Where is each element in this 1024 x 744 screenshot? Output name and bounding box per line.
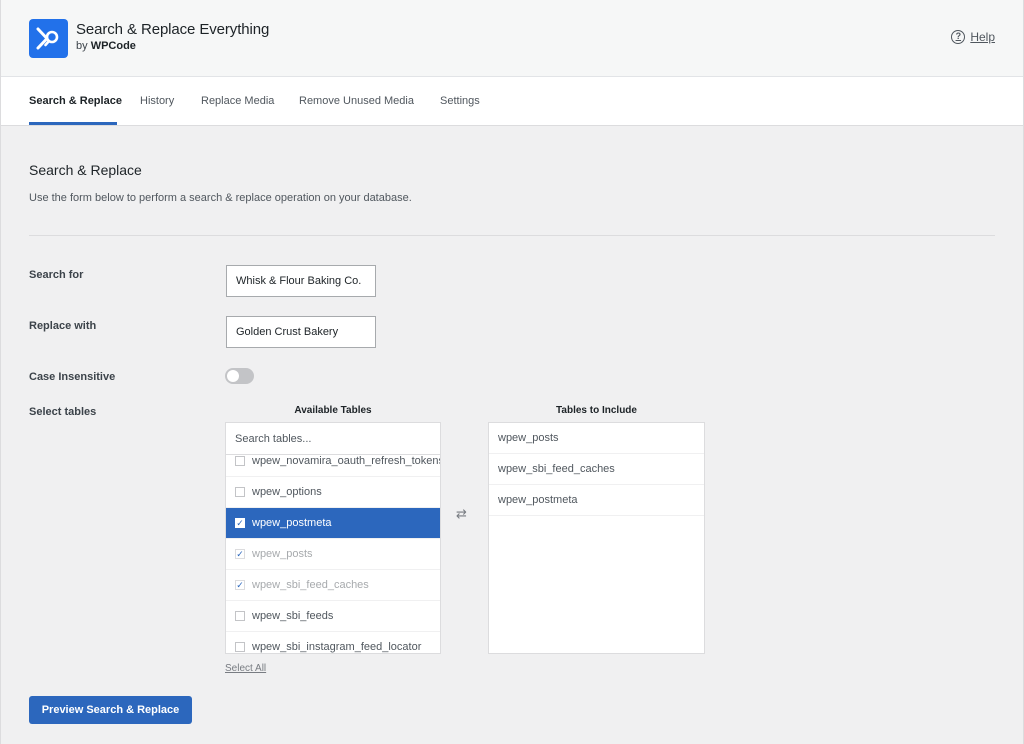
included-tables-list: wpew_posts wpew_sbi_feed_caches wpew_pos… <box>488 422 705 654</box>
table-item[interactable]: ✓ wpew_sbi_feed_caches <box>226 570 440 601</box>
table-name: wpew_sbi_instagram_feed_locator <box>252 641 422 653</box>
checkmark-icon[interactable]: ✓ <box>235 518 245 528</box>
included-table-item[interactable]: wpew_postmeta <box>489 485 704 516</box>
included-tables-header: Tables to Include <box>556 405 637 416</box>
checkbox[interactable] <box>235 456 245 466</box>
search-replace-logo-icon <box>29 19 68 58</box>
table-name: wpew_options <box>252 486 322 498</box>
swap-arrows-icon: ⇄ <box>456 506 467 521</box>
checkbox[interactable] <box>235 642 245 652</box>
table-item[interactable]: ✓ wpew_postmeta <box>226 508 440 539</box>
section-description: Use the form below to perform a search &… <box>29 192 412 204</box>
included-table-item[interactable]: wpew_sbi_feed_caches <box>489 454 704 485</box>
included-table-item[interactable]: wpew_posts <box>489 423 704 454</box>
preview-search-replace-button[interactable]: Preview Search & Replace <box>29 696 192 724</box>
question-circle-icon: ? <box>951 30 966 44</box>
nav-tabs: Search & Replace History Replace Media R… <box>1 77 1023 126</box>
search-for-label: Search for <box>29 269 84 281</box>
help-link[interactable]: ? Help <box>951 30 995 44</box>
table-item[interactable]: ✓ wpew_posts <box>226 539 440 570</box>
table-name: wpew_sbi_feed_caches <box>252 579 369 591</box>
brand-company: WPCode <box>90 40 136 52</box>
table-name: wpew_posts <box>252 548 313 560</box>
replace-with-label: Replace with <box>29 320 97 332</box>
checkbox[interactable] <box>235 611 245 621</box>
available-tables-items: wpew_novamira_oauth_refresh_tokens wpew_… <box>226 446 440 653</box>
active-tab-indicator <box>29 122 117 125</box>
tab-settings[interactable]: Settings <box>440 95 480 107</box>
checkmark-icon[interactable]: ✓ <box>235 549 245 559</box>
search-tables-input[interactable] <box>226 423 440 455</box>
brand-subtitle: by WPCode <box>76 40 136 52</box>
brand-by: by <box>76 40 88 52</box>
replace-with-input[interactable] <box>226 316 376 348</box>
table-name: wpew_novamira_oauth_refresh_tokens <box>252 455 440 467</box>
available-tables-list: wpew_novamira_oauth_refresh_tokens wpew_… <box>225 422 441 654</box>
section-divider <box>29 235 995 236</box>
checkmark-icon[interactable]: ✓ <box>235 580 245 590</box>
section-title: Search & Replace <box>29 162 142 178</box>
table-name: wpew_sbi_feeds <box>252 610 334 622</box>
table-name: wpew_postmeta <box>252 517 332 529</box>
app-header: Search & Replace Everything by WPCode ? … <box>1 0 1023 77</box>
toggle-knob <box>227 370 239 382</box>
table-item[interactable]: wpew_options <box>226 477 440 508</box>
tab-remove-unused-media[interactable]: Remove Unused Media <box>299 95 414 107</box>
brand-title: Search & Replace Everything <box>76 21 270 38</box>
tab-replace-media[interactable]: Replace Media <box>201 95 274 107</box>
search-for-input[interactable] <box>226 265 376 297</box>
help-label: Help <box>970 30 995 44</box>
select-all-link[interactable]: Select All <box>225 663 266 674</box>
table-item[interactable]: wpew_sbi_feeds <box>226 601 440 632</box>
table-item[interactable]: wpew_sbi_instagram_feed_locator <box>226 632 440 653</box>
available-tables-header: Available Tables <box>294 405 372 416</box>
select-tables-label: Select tables <box>29 406 97 418</box>
tab-search-replace[interactable]: Search & Replace <box>29 95 122 107</box>
case-insensitive-label: Case Insensitive <box>29 371 116 383</box>
case-insensitive-toggle[interactable] <box>225 368 254 384</box>
tab-history[interactable]: History <box>140 95 174 107</box>
checkbox[interactable] <box>235 487 245 497</box>
